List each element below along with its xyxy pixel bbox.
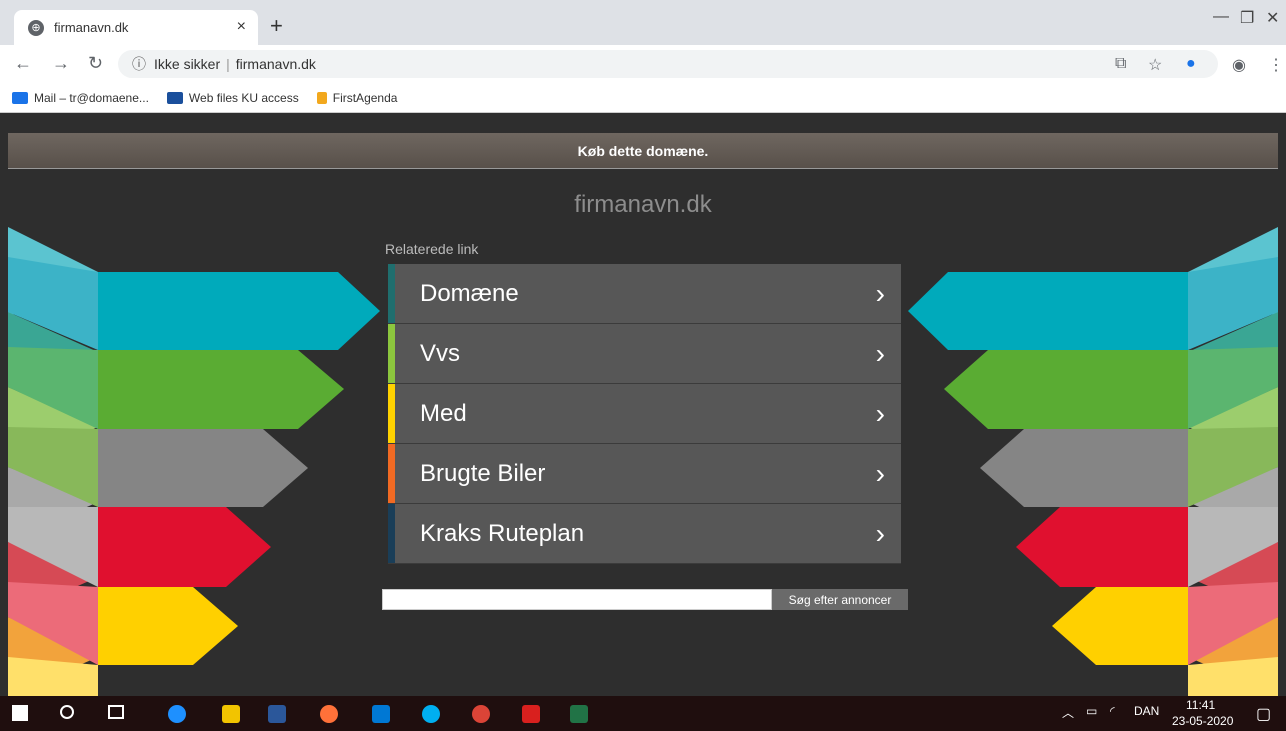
outlook-icon	[12, 91, 28, 104]
clock-date[interactable]: 23-05-2020	[1172, 714, 1233, 728]
bookmark-web-files[interactable]: Web files KU access	[166, 90, 299, 105]
chevron-right-icon: ›	[875, 338, 885, 369]
skype-icon[interactable]	[422, 705, 440, 723]
bookmark-label: Mail – tr@domaene...	[34, 90, 149, 105]
acrobat-icon[interactable]	[522, 705, 540, 723]
menu-icon[interactable]: ⋮	[1268, 55, 1284, 75]
chrome-icon[interactable]	[472, 705, 490, 723]
profile-icon[interactable]: ◉	[1232, 55, 1246, 75]
close-window-icon[interactable]: ✕	[1266, 8, 1279, 28]
related-link-vvs[interactable]: Vvs ›	[388, 324, 901, 384]
chevron-up-icon[interactable]: ︿	[1062, 704, 1074, 721]
security-label: Ikke sikker	[154, 56, 221, 72]
forward-icon[interactable]: →	[52, 53, 70, 74]
tab-close-icon[interactable]: ×	[237, 18, 246, 36]
link-label: Med	[420, 399, 467, 427]
link-label: Brugte Biler	[420, 459, 546, 487]
related-link-domaene[interactable]: Domæne ›	[388, 264, 901, 324]
translate-icon[interactable]: ⧉	[1115, 55, 1126, 73]
windows-start-icon[interactable]	[12, 705, 28, 721]
star-icon[interactable]: ☆	[1148, 55, 1162, 75]
chevron-right-icon: ›	[875, 458, 885, 489]
bookmark-label: Web files KU access	[188, 90, 299, 105]
page-viewport: Køb dette domæne. firmanavn.dk Relatered…	[8, 117, 1278, 696]
network-icon	[166, 91, 183, 104]
link-label: Vvs	[420, 339, 461, 367]
ad-search-form: Søg efter annoncer	[382, 589, 908, 610]
chevron-right-icon: ›	[875, 518, 885, 549]
chevron-right-icon: ›	[875, 398, 885, 429]
link-accent-bar	[388, 384, 395, 443]
windows-taskbar: ︿ ▭ ◜ DAN 11:41 23-05-2020 ▢	[0, 696, 1286, 731]
new-tab-button[interactable]: +	[270, 13, 283, 39]
search-button[interactable]: Søg efter annoncer	[772, 589, 908, 610]
battery-icon[interactable]: ▭	[1086, 704, 1097, 718]
restore-icon[interactable]: ❐	[1240, 8, 1254, 28]
bookmarks-bar: Mail – tr@domaene... Web files KU access…	[0, 83, 1286, 113]
buy-domain-banner[interactable]: Køb dette domæne.	[8, 133, 1278, 169]
browser-tab[interactable]: ⊕ firmanavn.dk ×	[14, 10, 258, 45]
domain-title: firmanavn.dk	[574, 191, 712, 218]
notification-icon[interactable]: ▢	[1256, 704, 1271, 724]
buy-domain-text[interactable]: Køb dette domæne.	[578, 143, 709, 159]
firefox-icon[interactable]	[320, 705, 338, 723]
edge-icon[interactable]	[168, 705, 186, 723]
bookmark-firstagenda[interactable]: FirstAgenda	[316, 90, 398, 105]
omnibox[interactable]: ⓘ Ikke sikker | firmanavn.dk	[118, 50, 1218, 78]
globe-icon: ⊕	[28, 19, 44, 36]
word-icon[interactable]	[268, 705, 286, 723]
reload-icon[interactable]: ↻	[88, 53, 103, 74]
link-accent-bar	[388, 264, 395, 323]
link-accent-bar	[388, 444, 395, 503]
link-accent-bar	[388, 504, 395, 563]
search-input[interactable]	[382, 589, 772, 610]
wifi-icon[interactable]: ◜	[1110, 704, 1115, 718]
file-explorer-icon[interactable]	[222, 705, 240, 723]
link-accent-bar	[388, 324, 395, 383]
back-icon[interactable]: ←	[14, 53, 32, 74]
task-view-icon[interactable]	[108, 705, 124, 719]
related-link-kraks-ruteplan[interactable]: Kraks Ruteplan ›	[388, 504, 901, 564]
excel-icon[interactable]	[570, 705, 588, 723]
info-icon[interactable]: ⓘ	[132, 54, 146, 74]
separator: |	[226, 56, 230, 72]
related-links-label: Relaterede link	[385, 241, 479, 257]
url-text[interactable]: firmanavn.dk	[236, 56, 316, 72]
related-link-brugte-biler[interactable]: Brugte Biler ›	[388, 444, 901, 504]
bookmark-mail[interactable]: Mail – tr@domaene...	[12, 91, 149, 105]
extension-icon[interactable]: ●	[1186, 55, 1196, 73]
chevron-right-icon: ›	[875, 278, 885, 309]
outlook-icon[interactable]	[372, 705, 390, 723]
tab-title: firmanavn.dk	[54, 20, 129, 35]
clock-time[interactable]: 11:41	[1186, 698, 1215, 712]
link-label: Kraks Ruteplan	[420, 519, 585, 547]
bookmark-label: FirstAgenda	[332, 90, 398, 105]
minimize-icon[interactable]: —	[1213, 8, 1229, 26]
link-label: Domæne	[420, 279, 519, 307]
related-links-list: Domæne › Vvs › Med › Brugte Biler › Krak…	[388, 264, 901, 564]
address-bar: ← → ↻ ⓘ Ikke sikker | firmanavn.dk ⧉ ☆ ●…	[0, 45, 1286, 83]
related-link-med[interactable]: Med ›	[388, 384, 901, 444]
language-indicator[interactable]: DAN	[1134, 704, 1159, 718]
tab-strip: ⊕ firmanavn.dk × + — ❐ ✕	[0, 0, 1286, 45]
search-icon[interactable]	[60, 705, 74, 719]
firstagenda-icon	[316, 91, 327, 104]
top-gap	[8, 117, 1278, 133]
